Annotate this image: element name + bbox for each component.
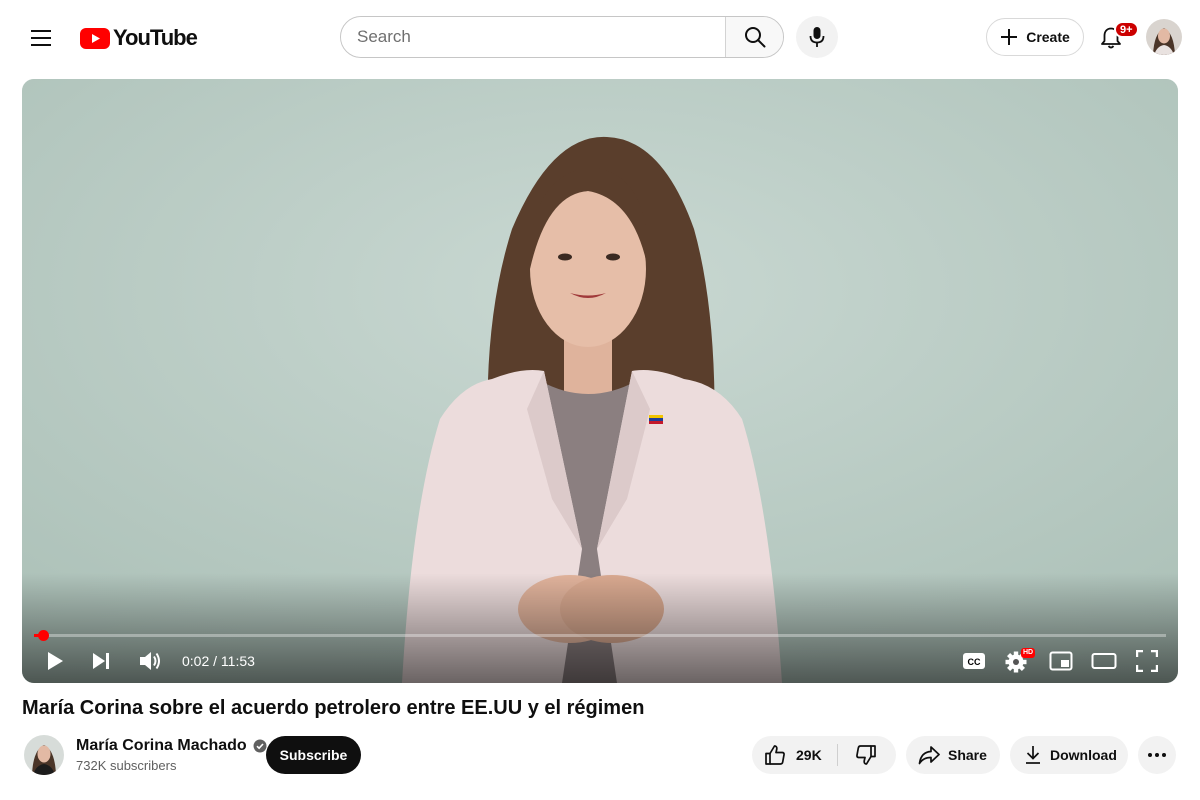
time-display: 0:02 / 11:53: [182, 639, 255, 683]
video-title: María Corina sobre el acuerdo petrolero …: [22, 697, 645, 719]
fullscreen-button[interactable]: [1134, 639, 1160, 683]
more-actions-button[interactable]: [1138, 736, 1176, 774]
svg-text:CC: CC: [968, 657, 981, 667]
channel-name-text: María Corina Machado: [76, 737, 247, 754]
download-button[interactable]: Download: [1010, 736, 1128, 774]
search-input[interactable]: [341, 17, 725, 57]
search-button[interactable]: [725, 17, 783, 57]
notifications-button[interactable]: 9+: [1092, 19, 1139, 57]
dislike-button[interactable]: [838, 736, 894, 774]
miniplayer-button[interactable]: [1048, 639, 1074, 683]
like-count: 29K: [796, 747, 822, 763]
share-button[interactable]: Share: [906, 736, 1000, 774]
create-button[interactable]: Create: [986, 18, 1084, 56]
more-horizontal-icon: [1148, 753, 1166, 757]
youtube-logo-text: YouTube: [113, 25, 198, 50]
like-button[interactable]: 29K: [752, 736, 836, 774]
hamburger-menu-icon: [31, 30, 51, 46]
plus-icon: [1001, 29, 1018, 45]
fullscreen-icon: [1136, 650, 1158, 672]
video-player[interactable]: 0:02 / 11:53 CC HD: [22, 79, 1178, 683]
notifications-badge: 9+: [1114, 21, 1139, 38]
play-button[interactable]: [42, 639, 68, 683]
masthead: YouTube Create 9+: [0, 0, 1200, 76]
account-avatar[interactable]: [1146, 19, 1182, 55]
play-icon: [48, 652, 63, 670]
share-label: Share: [948, 747, 987, 763]
theater-mode-button[interactable]: [1090, 639, 1118, 683]
progress-bar[interactable]: [34, 630, 1166, 641]
youtube-logo[interactable]: YouTube: [80, 24, 198, 52]
search-icon: [744, 27, 765, 48]
subscribe-button[interactable]: Subscribe: [266, 736, 361, 774]
download-label: Download: [1050, 747, 1117, 763]
channel-avatar[interactable]: [24, 735, 64, 775]
verified-badge-icon: [253, 739, 267, 753]
time-separator: /: [209, 653, 221, 669]
player-controls: 0:02 / 11:53 CC HD: [22, 639, 1178, 683]
like-dislike-group: 29K: [752, 736, 896, 774]
subtitles-button[interactable]: CC: [960, 639, 988, 683]
account-avatar-image: [1146, 19, 1182, 55]
closed-captions-icon: CC: [963, 653, 985, 669]
theater-mode-icon: [1091, 653, 1117, 669]
duration: 11:53: [220, 653, 255, 669]
create-button-label: Create: [1026, 29, 1070, 45]
miniplayer-icon: [1049, 651, 1073, 671]
channel-avatar-image: [24, 735, 64, 775]
youtube-play-logo-icon: [80, 27, 110, 49]
thumbs-up-icon: [765, 745, 785, 765]
channel-name[interactable]: María Corina Machado: [76, 737, 267, 755]
subscriber-count: 732K subscribers: [76, 758, 177, 773]
next-button[interactable]: [88, 639, 114, 683]
skip-next-icon: [93, 653, 109, 669]
guide-menu-button[interactable]: [22, 19, 60, 57]
volume-icon: [140, 652, 160, 670]
search-box: [340, 16, 784, 58]
hd-badge: HD: [1021, 648, 1036, 658]
voice-search-button[interactable]: [796, 16, 838, 58]
download-icon: [1026, 746, 1040, 764]
thumbs-down-icon: [856, 745, 876, 765]
mute-button[interactable]: [136, 639, 164, 683]
share-arrow-icon: [918, 746, 940, 765]
current-time: 0:02: [182, 653, 210, 669]
settings-button[interactable]: HD: [1004, 639, 1036, 683]
microphone-icon: [809, 27, 825, 47]
